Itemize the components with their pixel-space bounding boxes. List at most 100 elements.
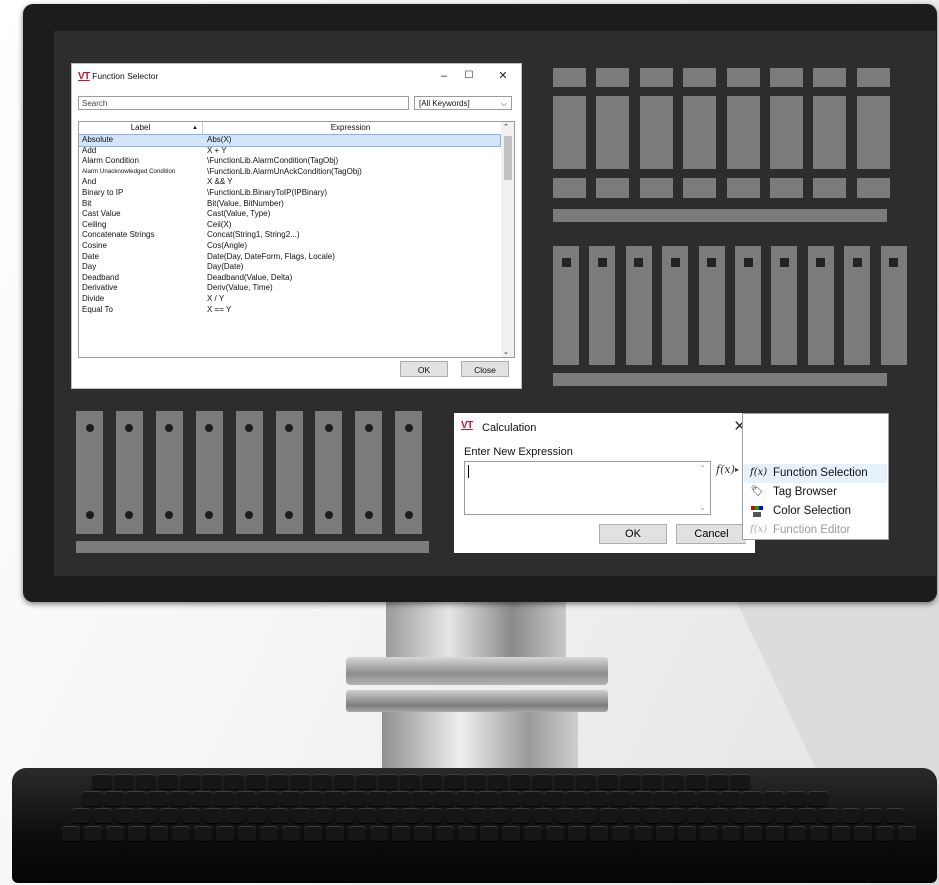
keyboard-key [556,808,574,823]
keyboard-key [478,791,498,806]
indicator-dot [285,424,293,432]
scroll-up-icon[interactable]: ⌃ [503,123,509,131]
table-scrollbar[interactable]: ⌃ ⌄ [501,122,514,357]
keyboard-key [468,808,486,823]
keyboard-key [414,826,432,841]
keyboard-key [226,808,244,823]
keyboard-key [612,826,630,841]
calculation-dialog: VT Calculation ✕ Enter New Expression ⌃ … [454,413,755,553]
table-row[interactable]: Day Day(Date) [79,262,500,273]
panel-block [813,178,847,198]
cell-expression: X + Y [207,145,227,155]
search-input[interactable]: Search [78,96,409,110]
keyboard-key [832,826,850,841]
cell-label: Derivative [82,283,118,293]
menu-item-label: Color Selection [773,505,851,517]
close-button[interactable]: ✕ [493,68,513,84]
panel-block [813,96,847,169]
table-row[interactable]: Divide X / Y [79,294,500,305]
menu-item-function-selection[interactable]: f(x) Function Selection [744,464,887,483]
keyboard-key [708,774,728,789]
keyboard-key [270,808,288,823]
table-row[interactable]: Derivative Deriv(Value, Time) [79,283,500,294]
table-row[interactable]: Cast Value Cast(Value, Type) [79,209,500,220]
keyboard-key [358,808,376,823]
table-row[interactable]: Alarm Unacknowledged Condition \FunctionL… [79,167,500,178]
expression-input[interactable]: ⌃ ⌄ [464,461,711,515]
keyboard-key [744,826,762,841]
keyboard-key [202,774,222,789]
panel-block [856,96,890,169]
keyboard-key [348,826,366,841]
table-row[interactable]: Alarm Condition \FunctionLib.AlarmConditi… [79,156,500,167]
ok-button[interactable]: OK [400,361,448,377]
table-row[interactable]: Deadband Deadband(Value, Delta) [79,273,500,284]
keyboard-key [104,791,124,806]
cell-expression: Bit(Value, BitNumber) [207,198,284,208]
keyboard-key [622,808,640,823]
column-header-label[interactable]: Label ▲ [79,122,203,134]
cell-label: Concatenate Strings [82,230,155,240]
menu-item-label: Function Editor [773,524,851,536]
keyboard-key [458,826,476,841]
valve-flange-middle [346,690,608,712]
menu-arrow-icon[interactable]: ▸ [735,465,739,474]
panel-block [726,178,760,198]
table-row[interactable]: Equal To X == Y [79,305,500,316]
scroll-down-icon[interactable]: ⌄ [699,503,706,512]
keyboard-key [336,808,354,823]
keyboard-key [500,791,520,806]
keyboard-key [412,791,432,806]
close-dialog-button[interactable]: Close [461,361,509,377]
panel-block [596,178,630,198]
maximize-button[interactable]: ☐ [459,68,479,84]
table-row[interactable]: Ceiling Ceil(X) [79,220,500,231]
table-row[interactable]: Binary to IP \FunctionLib.BinaryToIP(IPBi… [79,188,500,199]
panel-block [553,96,586,169]
indicator-square [816,258,826,267]
keyboard-key [576,774,596,789]
vt-logo-icon: VT [461,420,473,431]
keyboard-key [172,826,190,841]
indicator-dot [364,424,373,432]
panel-bar [553,209,887,222]
table-row[interactable]: Bit Bit(Value, BitNumber) [79,199,500,210]
keyboard-key [808,791,828,806]
table-row[interactable]: Concatenate Strings Concat(String1, Strin… [79,230,500,241]
scroll-down-icon[interactable]: ⌄ [503,348,509,356]
table-row[interactable]: Date Date(Day, DateForm, Flags, Locale) [79,252,500,263]
menu-item-function-editor[interactable]: f(x) Function Editor [744,521,887,540]
minimize-button[interactable]: – [434,68,454,84]
sort-ascending-icon: ▲ [192,125,198,131]
keyboard-key [700,826,718,841]
keyboard-key [236,791,256,806]
keyboard-key [488,774,508,789]
keyboard-key [258,791,278,806]
keyboard-key [224,774,244,789]
panel-block [683,178,717,198]
table-row[interactable]: Cosine Cos(Angle) [79,241,500,252]
indicator-dot [285,511,293,519]
cell-expression: Cos(Angle) [207,240,248,250]
scrollbar-thumb[interactable] [504,136,512,180]
keyboard-key [282,826,300,841]
keyboard-key [732,808,750,823]
function-selector-titlebar: VT Function Selector – ☐ ✕ [72,64,521,90]
column-header-expression[interactable]: Expression [203,122,498,134]
table-row[interactable]: Add X + Y [79,146,500,157]
keyboard-key [642,774,662,789]
function-selector-window: VT Function Selector – ☐ ✕ Search [All K… [71,63,522,389]
menu-item-color-selection[interactable]: Color Selection [744,502,887,521]
ok-button[interactable]: OK [599,524,667,544]
panel-block [596,96,630,169]
keyboard-key [480,826,498,841]
keyword-filter-select[interactable]: [All Keywords] ⌵ [414,96,512,110]
table-row[interactable]: Absolute Abs(X) [79,134,501,147]
keyboard-key [656,826,674,841]
menu-item-tag-browser[interactable]: 🏷 Tag Browser [744,483,887,502]
cancel-button[interactable]: Cancel [676,524,746,544]
function-button[interactable]: f(x) [716,463,735,476]
table-row[interactable]: And X && Y [79,177,500,188]
scroll-up-icon[interactable]: ⌃ [699,464,706,473]
keyboard-key [590,826,608,841]
